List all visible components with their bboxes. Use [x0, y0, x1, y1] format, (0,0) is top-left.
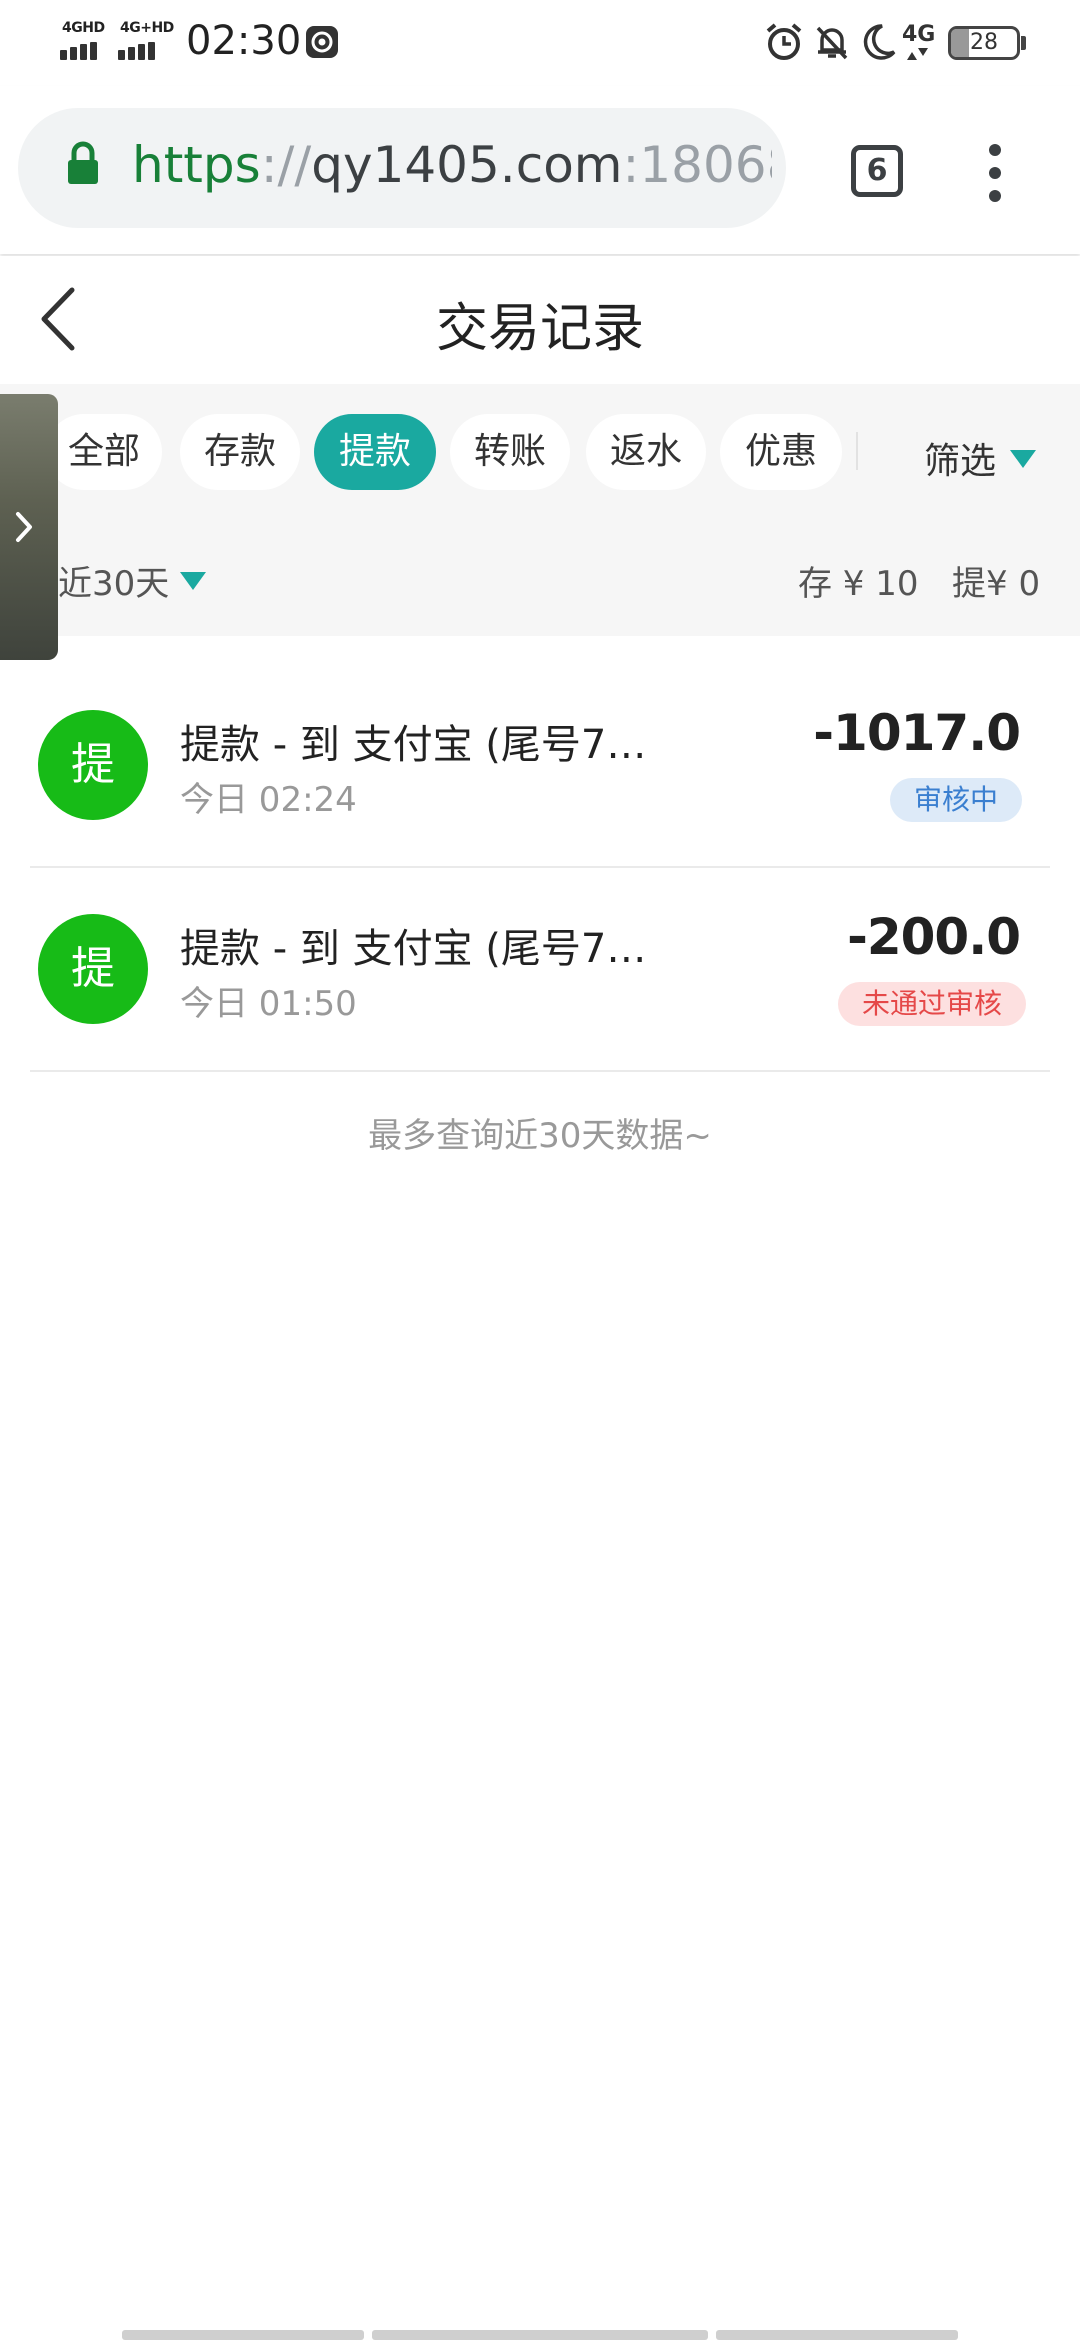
url-scheme: https: [132, 136, 261, 194]
title-bar: 交易记录: [0, 256, 1080, 384]
lock-icon[interactable]: [66, 140, 100, 188]
mute-bell-icon: [816, 26, 848, 60]
status-badge: 未通过审核: [837, 982, 1026, 1026]
transaction-time: 今日 01:50: [180, 984, 357, 1024]
row-divider: [30, 1070, 1050, 1072]
url-host: qy1405.com: [311, 136, 623, 194]
data-activity-icon: [907, 48, 928, 60]
filter-caret-icon[interactable]: [1010, 450, 1036, 468]
withdraw-avatar: 提: [38, 914, 148, 1024]
chevron-right-icon[interactable]: [12, 506, 38, 548]
bottom-bar-segment: [122, 2330, 364, 2340]
page-title: 交易记录: [435, 299, 644, 359]
url-text[interactable]: https://qy1405.com:18068/r: [132, 136, 772, 194]
chip-transfer[interactable]: 转账: [450, 414, 570, 490]
status-badge: 审核中: [889, 778, 1022, 822]
filter-divider: [856, 432, 858, 470]
settings-notification-icon: [306, 26, 338, 58]
filter-area: 全部 存款 提款 转账 返水 优惠 筛选 近30天 存 ¥ 10 提¥ 0: [0, 384, 1080, 636]
address-bar[interactable]: https://qy1405.com:18068/r: [18, 108, 786, 228]
transaction-row[interactable]: 提 提款 - 到 支付宝 (尾号7… 今日 02:24 -1017.0 审核中: [0, 660, 1080, 864]
filter-button-label: 筛选: [924, 441, 997, 482]
battery-icon: 28: [948, 26, 1020, 60]
chip-promotion[interactable]: 优惠: [720, 414, 842, 490]
chip-all[interactable]: 全部: [46, 414, 162, 490]
clock: 02:30: [186, 18, 302, 64]
filter-button[interactable]: 筛选: [924, 432, 996, 484]
withdraw-sum: 提¥ 0: [952, 564, 1041, 604]
transaction-row[interactable]: 提 提款 - 到 支付宝 (尾号7… 今日 01:50 -200.0 未通过审核: [0, 864, 1080, 1068]
tab-switcher-button[interactable]: 6: [851, 145, 903, 197]
alarm-icon: [766, 23, 802, 60]
url-separator: ://: [260, 136, 312, 194]
browser-menu-button[interactable]: [980, 140, 1010, 206]
transaction-amount: -200.0: [847, 908, 1021, 966]
chip-rebate[interactable]: 返水: [586, 414, 706, 490]
signal-label: 4GHD: [62, 20, 105, 36]
do-not-disturb-moon-icon: [863, 24, 896, 60]
url-path: :18068/r: [622, 136, 773, 194]
date-range-caret-icon[interactable]: [180, 572, 206, 590]
transaction-title: 提款 - 到 支付宝 (尾号7…: [180, 722, 647, 768]
network-type-label: 4G: [902, 22, 936, 47]
chip-withdraw[interactable]: 提款: [314, 414, 436, 490]
browser-toolbar: https://qy1405.com:18068/r 6: [0, 86, 1080, 254]
bottom-bar-segment: [716, 2330, 958, 2340]
transaction-time: 今日 02:24: [180, 780, 357, 820]
withdraw-avatar: 提: [38, 710, 148, 820]
side-panel-handle[interactable]: [0, 394, 58, 660]
date-range-label: 近30天: [58, 564, 170, 604]
bottom-bar-segment: [372, 2330, 708, 2340]
battery-level: 28: [970, 30, 998, 55]
signal-label: 4G+HD: [120, 20, 174, 36]
transaction-title: 提款 - 到 支付宝 (尾号7…: [180, 926, 647, 972]
footer-note: 最多查询近30天数据~: [368, 1116, 712, 1156]
chip-deposit[interactable]: 存款: [180, 414, 300, 490]
deposit-sum: 存 ¥ 10: [798, 564, 919, 604]
status-bar: 4GHD 4G+HD 02:30 4G 28: [0, 0, 1080, 86]
transaction-amount: -1017.0: [813, 704, 1021, 762]
date-range-selector[interactable]: 近30天: [58, 556, 169, 605]
